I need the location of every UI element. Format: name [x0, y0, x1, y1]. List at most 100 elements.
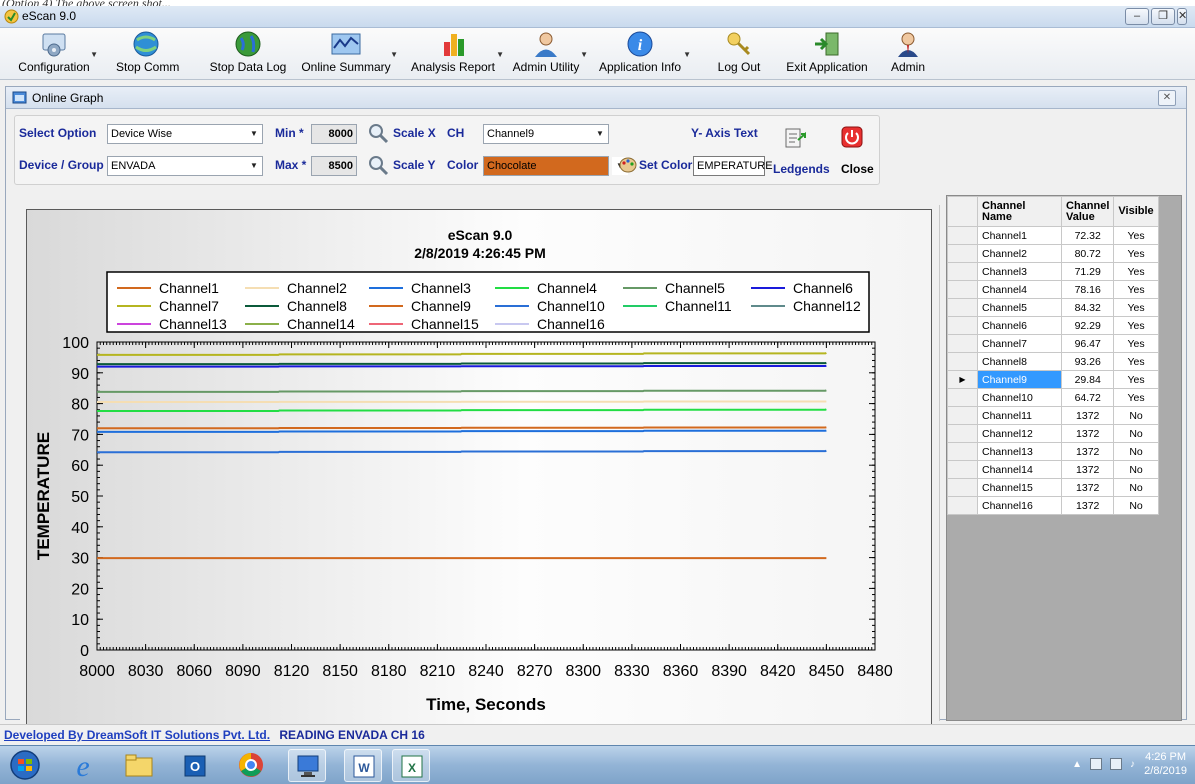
exit-door-icon	[815, 32, 839, 56]
table-row[interactable]: Channel16 1372 No	[947, 496, 1159, 515]
table-row[interactable]: Channel10 64.72 Yes	[947, 388, 1159, 407]
row-header[interactable]	[947, 406, 978, 425]
stop-comm-button[interactable]: Stop Comm	[116, 30, 179, 78]
close-window-button[interactable]: ✕	[1177, 8, 1187, 25]
column-header-visible[interactable]: Visible	[1113, 196, 1159, 227]
main-toolbar: Configuration ▼ Stop Comm Stop Data Log …	[0, 28, 1195, 80]
admin-utility-dropdown-icon[interactable]: ▼	[580, 50, 588, 59]
exit-application-button[interactable]: Exit Application	[782, 30, 872, 78]
analysis-report-button[interactable]: Analysis Report ▼	[408, 30, 504, 78]
admin-button[interactable]: Admin	[888, 30, 928, 78]
row-header[interactable]	[947, 262, 978, 281]
row-header[interactable]	[947, 388, 978, 407]
channel-value-cell: 1372	[1060, 460, 1115, 479]
table-row[interactable]: Channel4 78.16 Yes	[947, 280, 1159, 299]
taskbar-excel[interactable]: X	[392, 749, 430, 782]
x-tick-label: 8480	[857, 663, 893, 680]
start-button[interactable]	[6, 749, 44, 782]
row-header[interactable]	[947, 460, 978, 479]
configuration-button[interactable]: Configuration ▼	[14, 30, 98, 78]
scale-x-label[interactable]: Scale X	[393, 126, 436, 140]
scale-y-icon[interactable]	[367, 154, 389, 176]
taskbar-word[interactable]: W	[344, 749, 382, 782]
power-icon[interactable]	[841, 126, 863, 148]
system-tray: ▲ ♪	[1072, 758, 1135, 770]
scale-y-label[interactable]: Scale Y	[393, 158, 435, 172]
folder-icon	[125, 754, 153, 777]
row-header[interactable]	[947, 298, 978, 317]
taskbar-internet-explorer[interactable]: e	[64, 749, 102, 783]
select-option-dropdown[interactable]: Device Wise ▼	[107, 124, 263, 144]
table-row[interactable]: Channel1 72.32 Yes	[947, 226, 1159, 245]
earth-icon	[235, 31, 261, 57]
channel-table: Channel Name Channel Value Visible Chann…	[947, 196, 1159, 515]
row-header[interactable]	[947, 424, 978, 443]
close-button[interactable]: Close	[841, 162, 874, 176]
channel-dropdown[interactable]: Channel9 ▼	[483, 124, 609, 144]
legends-icon[interactable]	[783, 126, 807, 150]
computer-icon	[297, 755, 319, 777]
online-summary-dropdown-icon[interactable]: ▼	[390, 50, 398, 59]
current-row-indicator-icon[interactable]: ▶	[947, 370, 978, 389]
row-header[interactable]	[947, 496, 978, 515]
configuration-dropdown-icon[interactable]: ▼	[90, 50, 98, 59]
analysis-report-dropdown-icon[interactable]: ▼	[496, 50, 504, 59]
minimize-button[interactable]: –	[1125, 8, 1149, 25]
legend-entry: Channel1	[159, 280, 219, 296]
log-out-button[interactable]: Log Out	[714, 30, 764, 78]
show-hidden-icons-icon[interactable]: ▲	[1072, 759, 1082, 770]
stop-data-log-label: Stop Data Log	[209, 60, 287, 74]
stop-data-log-button[interactable]: Stop Data Log	[208, 30, 288, 78]
taskbar-clock[interactable]: 4:26 PM 2/8/2019	[1144, 750, 1187, 778]
admin-utility-label: Admin Utility	[512, 60, 580, 74]
device-group-dropdown[interactable]: ENVADA ▼	[107, 156, 263, 176]
volume-icon[interactable]: ♪	[1130, 759, 1135, 770]
chrome-icon	[239, 753, 263, 777]
user-icon	[535, 32, 557, 57]
legends-button[interactable]: Ledgends	[773, 162, 830, 176]
table-row[interactable]: Channel3 71.29 Yes	[947, 262, 1159, 281]
table-row[interactable]: Channel6 92.29 Yes	[947, 316, 1159, 335]
row-header[interactable]	[947, 226, 978, 245]
table-row[interactable]: ▶ Channel9 29.84 Yes	[947, 370, 1159, 389]
row-header[interactable]	[947, 478, 978, 497]
scale-x-icon[interactable]	[367, 122, 389, 144]
maximize-button[interactable]: ❐	[1151, 8, 1175, 25]
table-row[interactable]: Channel8 93.26 Yes	[947, 352, 1159, 371]
row-header[interactable]	[947, 280, 978, 299]
online-summary-button[interactable]: Online Summary ▼	[300, 30, 398, 78]
flag-icon[interactable]	[1090, 758, 1102, 770]
row-header[interactable]	[947, 334, 978, 353]
taskbar-outlook[interactable]: O	[176, 749, 214, 782]
network-icon[interactable]	[1110, 758, 1122, 770]
set-color-button[interactable]: Set Color	[639, 158, 692, 172]
table-row[interactable]: Channel12 1372 No	[947, 424, 1159, 443]
taskbar-file-explorer[interactable]	[120, 749, 158, 782]
table-row[interactable]: Channel13 1372 No	[947, 442, 1159, 461]
row-header[interactable]	[947, 442, 978, 461]
max-input[interactable]: 8500	[311, 156, 357, 176]
color-dropdown[interactable]: Chocolate ▼	[483, 156, 628, 176]
taskbar-chrome[interactable]	[232, 749, 270, 782]
application-info-button[interactable]: i Application Info ▼	[597, 30, 691, 78]
table-row[interactable]: Channel7 96.47 Yes	[947, 334, 1159, 353]
application-info-dropdown-icon[interactable]: ▼	[683, 50, 691, 59]
min-input[interactable]: 8000	[311, 124, 357, 144]
row-header[interactable]	[947, 352, 978, 371]
x-tick-label: 8240	[468, 663, 504, 680]
developer-link[interactable]: Developed By DreamSoft IT Solutions Pvt.…	[4, 728, 270, 742]
row-header[interactable]	[947, 244, 978, 263]
palette-icon[interactable]	[619, 156, 637, 174]
close-child-window-button[interactable]: ✕	[1158, 90, 1176, 106]
table-row[interactable]: Channel14 1372 No	[947, 460, 1159, 479]
column-header-channel-value[interactable]: Channel Value	[1060, 196, 1115, 227]
table-row[interactable]: Channel2 80.72 Yes	[947, 244, 1159, 263]
table-row[interactable]: Channel15 1372 No	[947, 478, 1159, 497]
table-row[interactable]: Channel5 84.32 Yes	[947, 298, 1159, 317]
admin-utility-button[interactable]: Admin Utility ▼	[512, 30, 588, 78]
row-header[interactable]	[947, 316, 978, 335]
y-axis-text-input[interactable]: EMPERATURE	[693, 156, 773, 176]
table-row[interactable]: Channel11 1372 No	[947, 406, 1159, 425]
column-header-channel-name[interactable]: Channel Name	[977, 196, 1062, 227]
taskbar-escan-app[interactable]	[288, 749, 326, 782]
